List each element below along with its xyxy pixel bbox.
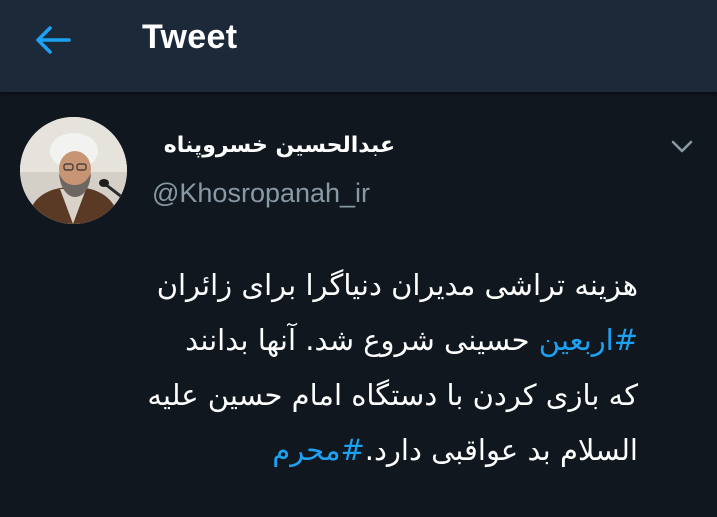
tweet-line: #اربعین حسینی شروع شد. آنها بدانند [18, 313, 638, 368]
tweet-text-segment: حسینی شروع شد. آنها بدانند [185, 323, 539, 357]
profile-photo [20, 117, 127, 224]
tweet-text: هزینه تراشی مدیران دنیاگرا برای زائران #… [18, 258, 638, 478]
tweet-text-segment: السلام بد عواقبی دارد. [364, 433, 638, 467]
tweet-line: که بازی کردن با دستگاه امام حسین علیه [147, 378, 638, 412]
avatar[interactable] [20, 117, 127, 224]
page-title: Tweet [142, 18, 238, 56]
tweet-line: هزینه تراشی مدیران دنیاگرا برای زائران [156, 268, 638, 302]
hashtag-link[interactable]: #اربعین [539, 323, 638, 357]
arrow-left-icon [36, 26, 71, 54]
app-header: Tweet [0, 0, 717, 92]
user-handle[interactable]: @Khosropanah_ir [152, 178, 370, 209]
display-name[interactable]: عبدالحسین خسروپناه [164, 133, 395, 158]
hashtag-link[interactable]: #محرم [272, 433, 365, 467]
tweet-menu-button[interactable] [666, 134, 698, 160]
tweet-line: السلام بد عواقبی دارد.#محرم [18, 423, 638, 478]
chevron-down-icon [671, 140, 693, 153]
back-button[interactable] [28, 20, 78, 60]
